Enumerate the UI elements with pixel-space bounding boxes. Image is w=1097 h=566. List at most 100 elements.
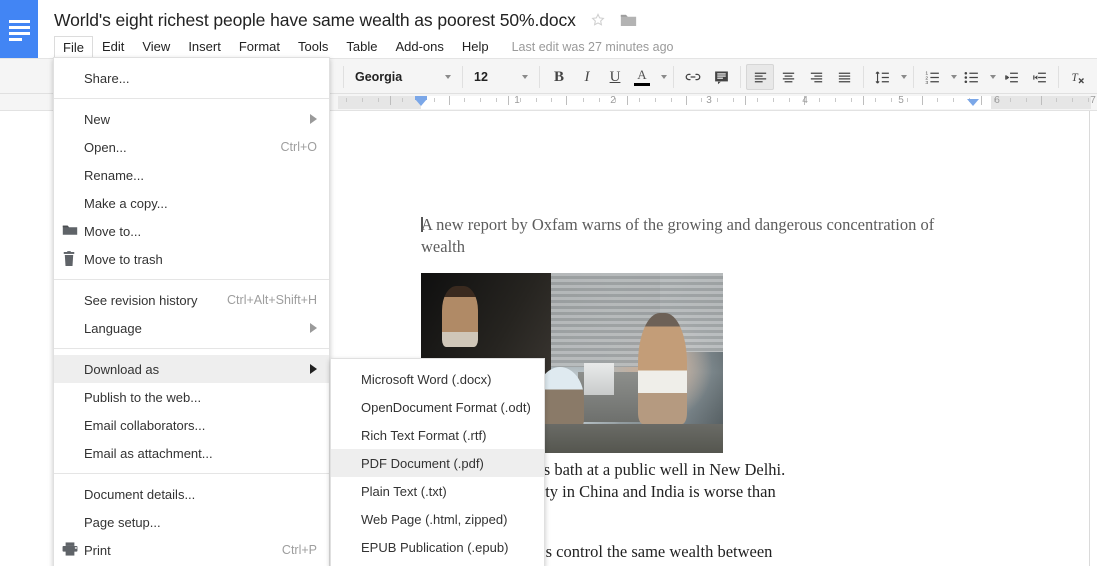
- menubar-item-file[interactable]: File: [54, 35, 93, 58]
- menu-item-label: See revision history: [84, 292, 198, 308]
- submenu-arrow-icon: [310, 364, 317, 374]
- numbered-list-icon[interactable]: 123: [919, 64, 945, 90]
- file-menu-item-email-as-attachment[interactable]: Email as attachment...: [54, 439, 329, 467]
- file-menu-item-language[interactable]: Language: [54, 314, 329, 342]
- font-family-select[interactable]: Georgia: [349, 64, 457, 90]
- file-menu-item-open[interactable]: Open... Ctrl+O: [54, 133, 329, 161]
- increase-indent-icon[interactable]: [1025, 64, 1053, 90]
- chevron-down-icon: [445, 75, 451, 79]
- google-docs-window: World's eight richest people have same w…: [0, 0, 1097, 566]
- file-menu[interactable]: Share... New Open... Ctrl+O Rename... Ma…: [53, 57, 330, 566]
- download-as-submenu[interactable]: Microsoft Word (.docx) OpenDocument Form…: [330, 358, 545, 566]
- menu-item-label: Make a copy...: [84, 195, 168, 211]
- file-menu-item-publish-to-the-web[interactable]: Publish to the web...: [54, 383, 329, 411]
- ruler-number: 3: [706, 95, 712, 106]
- submenu-item-rich-text-format[interactable]: Rich Text Format (.rtf): [331, 421, 544, 449]
- file-menu-item-print[interactable]: Print Ctrl+P: [54, 536, 329, 564]
- italic-button[interactable]: I: [573, 64, 601, 90]
- submenu-arrow-icon: [310, 114, 317, 124]
- underline-button[interactable]: U: [601, 64, 629, 90]
- menu-item-label: Download as: [84, 361, 160, 377]
- menu-separator: [54, 279, 329, 280]
- menubar-item-table[interactable]: Table: [337, 36, 386, 57]
- menu-item-label: PDF Document (.pdf): [361, 455, 484, 471]
- file-menu-item-page-setup[interactable]: Page setup...: [54, 508, 329, 536]
- chevron-down-icon: [990, 75, 996, 79]
- file-menu-item-download-as[interactable]: Download as: [54, 355, 329, 383]
- file-menu-item-move-to-trash[interactable]: Move to trash: [54, 245, 329, 273]
- menubar-item-format[interactable]: Format: [230, 36, 289, 57]
- numbered-list-dropdown[interactable]: [945, 64, 958, 90]
- clear-formatting-icon[interactable]: T: [1064, 64, 1094, 90]
- submenu-item-plain-text[interactable]: Plain Text (.txt): [331, 477, 544, 505]
- menu-item-label: EPUB Publication (.epub): [361, 539, 509, 555]
- ruler-number: 2: [610, 95, 616, 106]
- menu-item-label: Email collaborators...: [84, 417, 206, 433]
- text-color-button[interactable]: A: [629, 64, 655, 90]
- file-menu-item-email-collaborators[interactable]: Email collaborators...: [54, 411, 329, 439]
- menu-item-label: OpenDocument Format (.odt): [361, 399, 531, 415]
- ruler-number: 5: [898, 95, 904, 106]
- line-spacing-dropdown[interactable]: [895, 64, 908, 90]
- right-indent-marker[interactable]: [967, 99, 979, 106]
- photo-figure-left: [442, 285, 479, 347]
- title-row: World's eight richest people have same w…: [54, 6, 637, 34]
- menubar-item-help[interactable]: Help: [453, 36, 498, 57]
- file-menu-item-new[interactable]: New: [54, 105, 329, 133]
- menu-item-shortcut: Ctrl+P: [281, 543, 317, 557]
- ruler-number: 4: [802, 95, 808, 106]
- menubar-item-tools[interactable]: Tools: [289, 36, 337, 57]
- submenu-item-opendocument-format[interactable]: OpenDocument Format (.odt): [331, 393, 544, 421]
- submenu-item-pdf-document[interactable]: PDF Document (.pdf): [331, 449, 544, 477]
- align-center-icon[interactable]: [774, 64, 802, 90]
- toolbar-divider: [913, 66, 914, 88]
- toolbar-divider: [1058, 66, 1059, 88]
- menubar-item-edit[interactable]: Edit: [93, 36, 133, 57]
- chevron-down-icon: [522, 75, 528, 79]
- menubar-item-addons[interactable]: Add-ons: [386, 36, 452, 57]
- menubar-item-insert[interactable]: Insert: [179, 36, 230, 57]
- text-color-dropdown[interactable]: [655, 64, 668, 90]
- toolbar-controls: Georgia 12 B I U A 1 2 3 T: [338, 59, 1094, 95]
- svg-text:3: 3: [925, 79, 928, 85]
- menu-item-label: Print: [84, 542, 111, 558]
- left-indent-marker[interactable]: [415, 99, 427, 106]
- last-edit-status[interactable]: Last edit was 27 minutes ago: [512, 40, 674, 54]
- menubar-item-view[interactable]: View: [133, 36, 179, 57]
- submenu-item-microsoft-word[interactable]: Microsoft Word (.docx): [331, 365, 544, 393]
- decrease-indent-icon[interactable]: [997, 64, 1025, 90]
- toolbar-divider: [740, 66, 741, 88]
- file-menu-item-move-to[interactable]: Move to...: [54, 217, 329, 245]
- photo-bucket: [584, 363, 615, 396]
- toolbar-divider: [863, 66, 864, 88]
- document-title[interactable]: World's eight richest people have same w…: [54, 10, 576, 31]
- file-menu-item-share[interactable]: Share...: [54, 64, 329, 92]
- bulleted-list-dropdown[interactable]: [984, 64, 997, 90]
- file-menu-item-see-revision-history[interactable]: See revision history Ctrl+Alt+Shift+H: [54, 286, 329, 314]
- submenu-item-epub-publication[interactable]: EPUB Publication (.epub): [331, 533, 544, 561]
- file-menu-item-rename[interactable]: Rename...: [54, 161, 329, 189]
- file-menu-item-make-a-copy[interactable]: Make a copy...: [54, 189, 329, 217]
- star-outline-icon[interactable]: [590, 12, 606, 28]
- docs-logo-icon[interactable]: [0, 0, 38, 58]
- align-right-icon[interactable]: [802, 64, 830, 90]
- file-menu-item-document-details[interactable]: Document details...: [54, 480, 329, 508]
- menu-item-shortcut: Ctrl+Alt+Shift+H: [227, 293, 317, 307]
- submenu-item-web-page[interactable]: Web Page (.html, zipped): [331, 505, 544, 533]
- align-left-icon[interactable]: [746, 64, 774, 90]
- font-size-select[interactable]: 12: [468, 64, 534, 90]
- folder-icon[interactable]: [620, 13, 637, 27]
- menu-item-label: Share...: [84, 70, 130, 86]
- bold-button[interactable]: B: [545, 64, 573, 90]
- menu-separator: [54, 348, 329, 349]
- ruler-number: 1: [514, 95, 520, 106]
- menu-item-label: Email as attachment...: [84, 445, 213, 461]
- align-justify-icon[interactable]: [830, 64, 858, 90]
- text-color-swatch: [634, 82, 650, 86]
- menu-item-label: Move to...: [84, 223, 142, 239]
- bulleted-list-icon[interactable]: [958, 64, 984, 90]
- line-spacing-icon[interactable]: [869, 64, 895, 90]
- document-lead-paragraph[interactable]: A new report by Oxfam warns of the growi…: [421, 214, 981, 258]
- link-icon[interactable]: [679, 64, 707, 90]
- comment-icon[interactable]: [707, 64, 735, 90]
